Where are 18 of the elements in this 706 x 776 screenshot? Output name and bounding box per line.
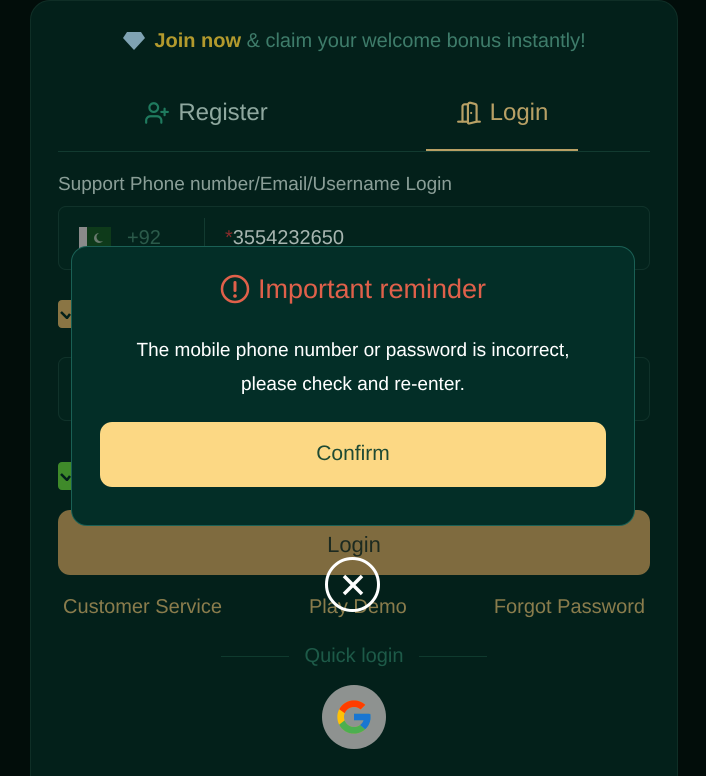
check-icon	[60, 309, 71, 319]
user-plus-icon	[144, 100, 170, 126]
check-icon	[60, 471, 71, 481]
confirm-button[interactable]: Confirm	[100, 422, 606, 486]
alert-icon	[220, 274, 250, 304]
phone-value: *3554232650	[224, 226, 344, 251]
tab[interactable]: Register	[130, 77, 282, 151]
login-hint: Support Phone number/Email/Username Login	[58, 173, 453, 197]
tab[interactable]: Login	[426, 77, 578, 151]
door-icon	[456, 100, 482, 126]
close-icon	[340, 572, 364, 596]
dialog-title: Important reminder	[258, 273, 486, 306]
link[interactable]: Customer Service	[63, 595, 222, 619]
link[interactable]: Forgot Password	[494, 595, 645, 619]
dialog-message: The mobile phone number or password is incorrect, please check and re-enter.	[136, 338, 570, 396]
promo-text: Join now & claim your welcome bonus instantly!	[154, 29, 586, 54]
diamond-icon	[122, 31, 146, 51]
quick-login-label: Quick login	[304, 644, 404, 669]
